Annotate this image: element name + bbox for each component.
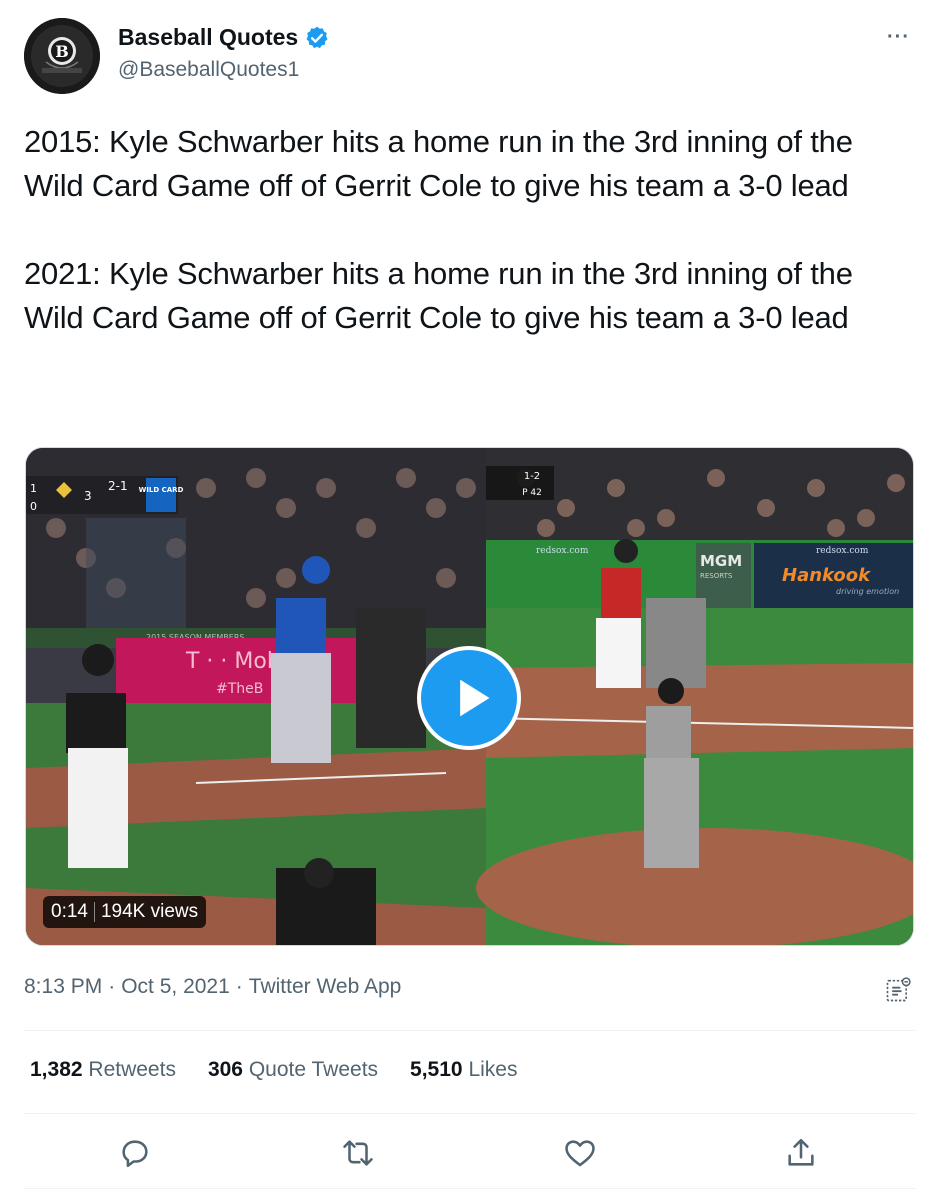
divider: [24, 1030, 916, 1031]
score-count: 2-1: [108, 479, 128, 493]
more-options-icon[interactable]: ···: [887, 26, 910, 49]
like-icon: [565, 1140, 595, 1167]
author-name-row: Baseball Quotes: [118, 24, 330, 51]
meta-separator: ·: [108, 975, 116, 998]
like-button[interactable]: [563, 1136, 597, 1170]
mgm-sign-subtext: RESORTS: [700, 572, 733, 580]
analytics-icon[interactable]: [884, 976, 912, 1004]
reply-icon: [122, 1140, 148, 1168]
hankook-sign-subtext: driving emotion: [836, 587, 899, 596]
play-icon: [460, 679, 490, 717]
avatar[interactable]: B: [24, 18, 100, 94]
play-button[interactable]: [417, 646, 521, 750]
divider: [24, 1188, 916, 1189]
tweet-text: 2015: Kyle Schwarber hits a home run in …: [24, 124, 853, 335]
video-info-badge: 0:14 194K views: [43, 896, 207, 928]
likes-label: Likes: [468, 1058, 518, 1081]
reply-button[interactable]: [118, 1136, 152, 1170]
tweet-actions: [24, 1128, 916, 1178]
hankook-sign-text: Hankook: [782, 565, 871, 586]
tweet-meta: 8:13 PM · Oct 5, 2021 · Twitter Web App: [24, 975, 401, 999]
redsox-wall-text-right: redsox.com: [816, 546, 869, 556]
engagement-stats: 1,382 Retweets 306 Quote Tweets 5,510 Li…: [30, 1058, 517, 1082]
retweets-label: Retweets: [88, 1058, 176, 1081]
wild-card-tag: WILD CARD: [139, 486, 184, 494]
retweet-icon: [343, 1140, 373, 1166]
quotes-count: 306: [207, 1058, 243, 1081]
display-name[interactable]: Baseball Quotes: [118, 24, 298, 51]
share-button[interactable]: [784, 1136, 818, 1170]
tweet-source-app[interactable]: Twitter Web App: [249, 975, 402, 999]
tweet-date[interactable]: Oct 5, 2021: [121, 975, 230, 999]
retweet-button[interactable]: [341, 1136, 375, 1170]
retweets-stat[interactable]: 1,382 Retweets: [30, 1058, 176, 1082]
author-handle[interactable]: @BaseballQuotes1: [118, 58, 299, 82]
badge-divider: [93, 902, 95, 922]
divider: [24, 1113, 916, 1114]
video-duration: 0:14: [51, 901, 88, 922]
score-inning: 3: [84, 489, 92, 503]
retweets-count: 1,382: [30, 1058, 83, 1081]
tmobile-sign-text: T · · Mob: [185, 649, 281, 674]
score-right-count: 1-2: [524, 471, 540, 482]
baseball-logo-icon: B: [24, 18, 100, 94]
hashtag-sign-text: #TheB: [216, 681, 263, 697]
score-outs-top: 1: [30, 482, 37, 495]
likes-count: 5,510: [410, 1058, 463, 1081]
redsox-wall-text-left: redsox.com: [536, 546, 589, 556]
share-icon: [788, 1138, 814, 1166]
meta-separator: ·: [235, 975, 243, 998]
video-views: 194K views: [100, 901, 199, 922]
quotes-stat[interactable]: 306 Quote Tweets: [208, 1058, 378, 1082]
tweet-time[interactable]: 8:13 PM: [24, 975, 102, 999]
tweet-header: B Baseball Quotes @BaseballQuotes1 ···: [24, 18, 916, 94]
quotes-label: Quote Tweets: [248, 1058, 379, 1081]
score-outs-bottom: 0: [30, 500, 37, 513]
svg-text:B: B: [55, 42, 69, 61]
video-player[interactable]: 2015 SEASON MEMBERS T · · Mob #TheB 1 0 …: [25, 447, 914, 946]
mgm-sign-text: MGM: [700, 552, 742, 570]
likes-stat[interactable]: 5,510 Likes: [410, 1058, 517, 1082]
score-right-pitch: P 42: [522, 488, 542, 498]
verified-badge-icon: [306, 26, 328, 48]
